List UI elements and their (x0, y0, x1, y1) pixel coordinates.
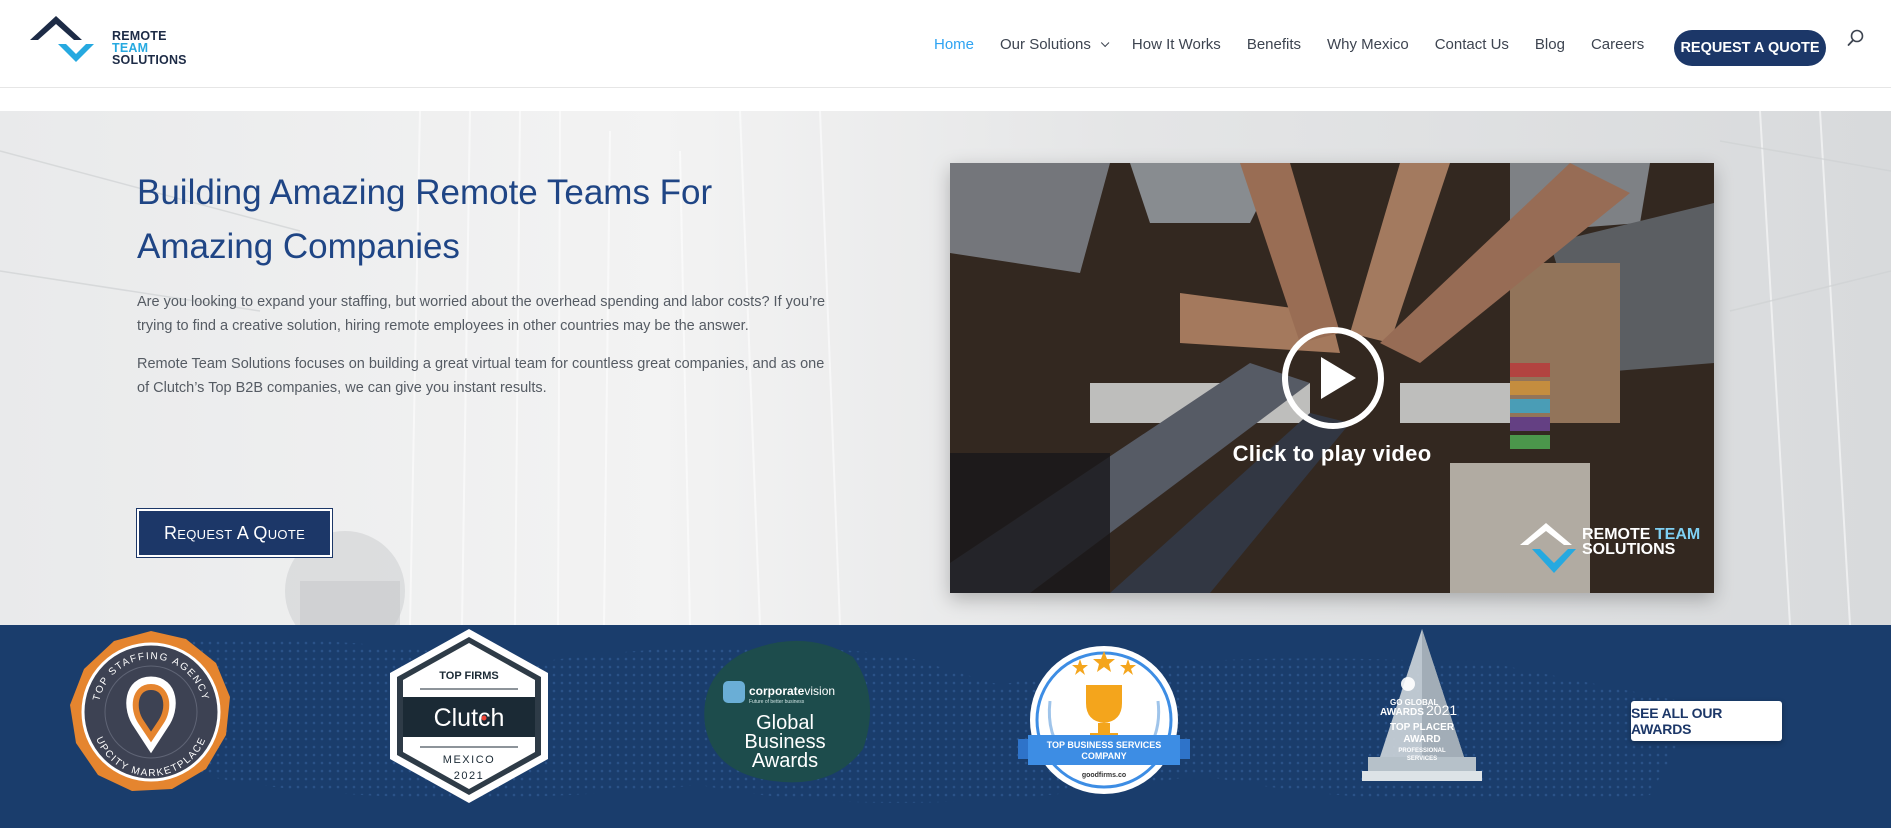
chevron-down-icon (1100, 38, 1110, 47)
clutch-name-text: Clutch (434, 704, 505, 732)
hero-paragraph-2: Remote Team Solutions focuses on buildin… (137, 356, 825, 396)
hero-request-quote-button[interactable]: Request A Quote (137, 509, 332, 557)
go-global-award-trophy[interactable]: GO GLOBAL AWARDS 2021 TOP PLACER AWARD P… (1360, 627, 1484, 795)
brand-logo[interactable]: REMOTE TEAM SOLUTIONS (28, 14, 187, 68)
awards-band: TOP STAFFING AGENCY UPCITY MARKETPLACE T… (0, 625, 1891, 828)
main-nav: Home Our Solutions How It Works Benefits… (934, 36, 1670, 53)
hero-title: Building Amazing Remote Teams For Amazin… (137, 173, 713, 266)
nav-our-solutions[interactable]: Our Solutions (1000, 36, 1110, 53)
upcity-award-badge[interactable]: TOP STAFFING AGENCY UPCITY MARKETPLACE (68, 629, 234, 795)
nav-why-mexico[interactable]: Why Mexico (1327, 36, 1409, 53)
clutch-award-badge[interactable]: TOP FIRMS Clutch MEXICO 2021 (384, 627, 554, 805)
site-header: REMOTE TEAM SOLUTIONS Home Our Solutions… (0, 0, 1891, 88)
go-global-year: 2021 (1426, 702, 1457, 718)
nav-contact-us[interactable]: Contact Us (1435, 36, 1509, 53)
logo-chevron-icon (1520, 523, 1576, 573)
nav-blog[interactable]: Blog (1535, 36, 1565, 53)
video-player[interactable]: Click to play video REMOTE TEAM SOLUTION… (950, 163, 1714, 593)
nav-how-it-works[interactable]: How It Works (1132, 36, 1221, 53)
goodfirms-site: goodfirms.co (1082, 772, 1126, 779)
corporate-vision-line3: Awards (752, 750, 818, 772)
corporate-vision-brand-text: corporatevision (749, 684, 835, 698)
see-all-awards-button[interactable]: SEE ALL OUR AWARDS (1631, 701, 1782, 741)
hero-paragraph-1: Are you looking to expand your staffing,… (137, 294, 826, 334)
corporate-vision-award-badge[interactable]: corporatevision Future of better busines… (703, 637, 873, 787)
go-global-line2: AWARDS (1380, 707, 1424, 718)
nav-careers[interactable]: Careers (1591, 36, 1644, 53)
video-brand-logo: REMOTE TEAM SOLUTIONS (1520, 519, 1710, 579)
nav-our-solutions-label: Our Solutions (1000, 36, 1091, 53)
clutch-country-text: MEXICO (443, 754, 495, 766)
world-map-pattern (100, 638, 1700, 803)
goodfirms-line1: TOP BUSINESS SERVICES (1047, 740, 1162, 750)
play-icon[interactable] (1280, 325, 1386, 431)
search-icon[interactable] (1846, 28, 1866, 48)
video-caption: Click to play video (1232, 441, 1432, 466)
go-global-line5: PROFESSIONAL (1398, 748, 1446, 754)
hero-section: Building Amazing Remote Teams For Amazin… (0, 111, 1891, 625)
nav-home[interactable]: Home (934, 36, 974, 53)
clutch-top-firms-text: TOP FIRMS (439, 670, 499, 682)
go-global-line4: AWARD (1403, 734, 1440, 745)
request-quote-button[interactable]: REQUEST A QUOTE (1674, 30, 1826, 66)
goodfirms-award-badge[interactable]: TOP BUSINESS SERVICES COMPANY goodfirms.… (1016, 645, 1192, 801)
corporate-vision-tagline: Future of better business (749, 699, 805, 705)
go-global-line3: TOP PLACER (1390, 722, 1455, 733)
go-global-line6: SERVICES (1407, 756, 1437, 762)
goodfirms-line2: COMPANY (1081, 751, 1126, 761)
brand-wordmark: REMOTE TEAM SOLUTIONS (112, 29, 187, 67)
video-brand-wordmark: REMOTE TEAM SOLUTIONS (1582, 526, 1701, 558)
nav-benefits[interactable]: Benefits (1247, 36, 1301, 53)
clutch-year-text: 2021 (454, 770, 484, 782)
